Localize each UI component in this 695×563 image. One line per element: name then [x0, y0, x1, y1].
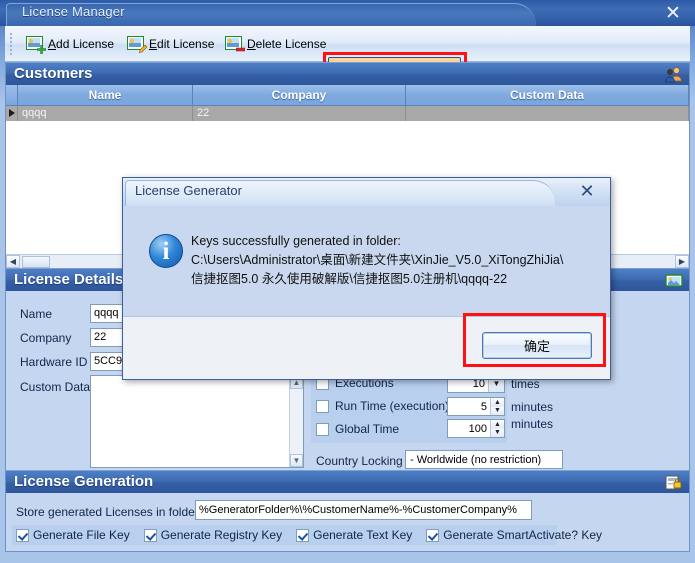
generate-registry-key-checkbox[interactable]: [143, 528, 157, 542]
edit-license-icon: [127, 36, 147, 54]
customers-section-header: Customers: [6, 62, 689, 85]
license-details-title: License Details: [14, 271, 124, 288]
generation-checkbox-row: Generate File Key Generate Registry Key …: [12, 525, 602, 545]
dialog-title-bar: License Generator ✕: [123, 178, 610, 206]
country-locking-label: Country Locking: [316, 454, 403, 468]
delete-license-icon: [225, 36, 245, 52]
column-header-custom-data[interactable]: Custom Data: [406, 85, 689, 105]
runtime-value: 5: [480, 400, 487, 413]
generate-text-key-label: Generate Text Key: [313, 528, 413, 542]
generate-smartactivate-key-label: Generate SmartActivate? Key: [443, 528, 603, 542]
app-root: License Manager ✕ Add License Edit Licen…: [0, 0, 695, 563]
license-generation-section-header: License Generation: [6, 470, 689, 493]
country-locking-value: - Worldwide (no restriction): [410, 453, 542, 466]
row-indicator-icon: [9, 109, 15, 117]
delete-license-label: Delete License: [247, 37, 327, 51]
dialog-message-line-1: Keys successfully generated in folder:: [191, 234, 401, 248]
globaltime-checkbox[interactable]: [316, 422, 329, 436]
delete-license-button[interactable]: Delete License: [218, 30, 327, 58]
country-locking-select[interactable]: - Worldwide (no restriction): [405, 450, 563, 469]
hardware-id-label: Hardware ID: [20, 354, 88, 369]
generate-registry-key-label: Generate Registry Key: [160, 528, 283, 542]
info-icon: i: [149, 234, 183, 268]
dialog-ok-button[interactable]: 确定: [482, 332, 592, 359]
license-generation-title: License Generation: [14, 473, 154, 490]
toolbar: Add License Edit License Delete License: [5, 26, 690, 89]
license-generation-panel: License Generation Store generated Licen…: [5, 470, 690, 552]
store-folder-label: Store generated Licenses in folder:: [16, 505, 203, 519]
edit-license-label: Edit License: [149, 37, 215, 51]
runtime-checkbox[interactable]: [316, 399, 329, 413]
spin-down-icon[interactable]: ▼: [491, 428, 504, 437]
dialog-footer: 确定: [123, 316, 610, 379]
generate-smartactivate-key-option[interactable]: Generate SmartActivate? Key: [426, 528, 602, 542]
column-header-name[interactable]: Name: [18, 85, 193, 105]
spin-up-icon[interactable]: ▲: [491, 398, 504, 407]
row-selector[interactable]: [6, 106, 18, 121]
generate-text-key-option[interactable]: Generate Text Key: [296, 528, 412, 542]
customers-grid-header: Name Company Custom Data: [6, 85, 689, 106]
company-label: Company: [20, 330, 72, 345]
window-title: License Manager: [22, 4, 125, 19]
license-details-icon: [665, 274, 683, 287]
globaltime-spin-buttons[interactable]: ▲ ▼: [490, 420, 504, 437]
custom-data-label: Custom Data: [20, 380, 91, 394]
users-icon: [665, 67, 682, 83]
customers-title: Customers: [14, 65, 93, 82]
runtime-value-stepper[interactable]: 5 ▲ ▼: [447, 397, 505, 416]
add-license-label: Add License: [48, 37, 115, 51]
add-license-icon: [26, 36, 46, 54]
cell-company: 22: [193, 106, 406, 121]
custom-data-scrollbar[interactable]: ▲ ▼: [289, 376, 303, 467]
generate-registry-key-option[interactable]: Generate Registry Key: [143, 528, 283, 542]
name-label: Name: [20, 306, 53, 321]
runtime-option-row: Run Time (execution): [316, 399, 449, 413]
generate-file-key-option[interactable]: Generate File Key: [16, 528, 130, 542]
scroll-right-icon[interactable]: ▶: [675, 255, 689, 268]
runtime-label: Run Time (execution): [335, 399, 450, 413]
store-folder-input[interactable]: %GeneratorFolder%\%CustomerName%-%Custom…: [195, 500, 532, 520]
table-row[interactable]: qqqq 22: [6, 106, 689, 121]
cell-custom-data: [406, 106, 689, 121]
dialog-message: Keys successfully generated in folder: C…: [191, 232, 598, 289]
globaltime-option-row: Global Time: [316, 422, 399, 436]
window-title-bar: License Manager ✕: [0, 0, 695, 26]
license-generator-dialog: License Generator ✕ i Keys successfully …: [122, 177, 611, 380]
dialog-title: License Generator: [135, 183, 242, 198]
dialog-body: i Keys successfully generated in folder:…: [123, 206, 610, 316]
generate-file-key-label: Generate File Key: [33, 528, 130, 542]
runtime-unit: minutes: [511, 400, 554, 414]
dialog-close-icon[interactable]: ✕: [576, 181, 598, 203]
license-generation-body: Store generated Licenses in folder: %Gen…: [6, 493, 689, 551]
scroll-thumb[interactable]: [22, 255, 50, 268]
generate-text-key-checkbox[interactable]: [296, 528, 310, 542]
scroll-left-icon[interactable]: ◀: [6, 255, 20, 268]
dialog-message-line-2: C:\Users\Administrator\桌面\新建文件夹\XinJie_V…: [191, 253, 564, 267]
generate-file-key-checkbox[interactable]: [16, 528, 29, 542]
custom-data-input[interactable]: ▲ ▼: [90, 375, 304, 468]
cell-name: qqqq: [18, 106, 193, 121]
generation-key-icon: [665, 475, 682, 490]
scroll-down-icon[interactable]: ▼: [290, 454, 303, 467]
grid-gutter: [6, 85, 18, 105]
generate-smartactivate-key-checkbox[interactable]: [426, 528, 440, 542]
column-header-company[interactable]: Company: [193, 85, 406, 105]
close-icon[interactable]: ✕: [661, 2, 685, 24]
dialog-message-line-3: 信捷抠图5.0 永久使用破解版\信捷抠图5.0注册机\qqqq-22: [191, 272, 508, 286]
toolbar-grip-icon[interactable]: [9, 32, 13, 56]
globaltime-label: Global Time: [335, 422, 400, 436]
spin-down-icon[interactable]: ▼: [491, 406, 504, 415]
globaltime-value: 100: [468, 422, 487, 435]
add-license-button[interactable]: Add License: [19, 30, 118, 58]
spin-up-icon[interactable]: ▲: [491, 420, 504, 429]
globaltime-value-stepper[interactable]: 100 ▲ ▼: [447, 419, 505, 438]
runtime-spin-buttons[interactable]: ▲ ▼: [490, 398, 504, 415]
edit-license-button[interactable]: Edit License: [120, 30, 216, 58]
globaltime-unit: minutes: [511, 417, 554, 431]
